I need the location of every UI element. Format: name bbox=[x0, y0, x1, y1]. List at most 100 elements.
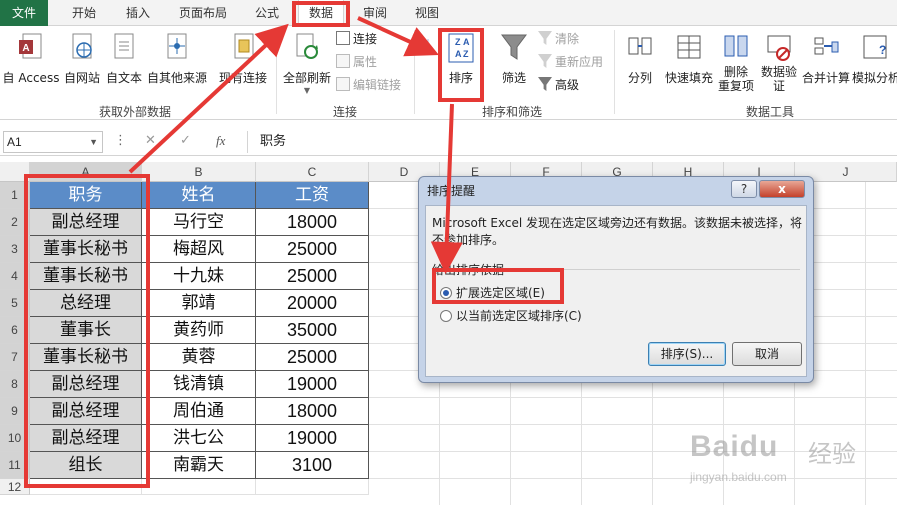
from-text-button[interactable]: 自文本 bbox=[104, 32, 144, 86]
close-button[interactable]: x bbox=[759, 180, 805, 198]
table-cell[interactable]: 黄药师 bbox=[142, 317, 256, 344]
remove-duplicates-label: 删除 重复项 bbox=[717, 65, 754, 93]
existing-connections-label: 现有连接 bbox=[218, 71, 267, 85]
other-sources-icon bbox=[167, 33, 187, 59]
table-cell[interactable]: 25000 bbox=[256, 236, 369, 263]
remove-duplicates-icon bbox=[724, 35, 748, 57]
table-cell[interactable]: 梅超风 bbox=[142, 236, 256, 263]
sort-confirm-button[interactable]: 排序(S)... bbox=[648, 342, 726, 366]
advanced-filter-icon bbox=[538, 77, 552, 91]
table-header-cell[interactable]: 工资 bbox=[256, 182, 369, 209]
from-access-button[interactable]: A 自 Access bbox=[2, 32, 60, 86]
remove-duplicates-button[interactable]: 删除 重复项 bbox=[716, 32, 756, 93]
empty-cell[interactable] bbox=[142, 479, 256, 495]
group-label-sort-filter: 排序和筛选 bbox=[481, 105, 542, 119]
text-to-columns-button[interactable]: 分列 bbox=[620, 32, 660, 86]
table-cell[interactable]: 南霸天 bbox=[142, 452, 256, 479]
chevron-down-icon[interactable]: ▼ bbox=[89, 132, 98, 152]
tab-page-layout[interactable]: 页面布局 bbox=[170, 0, 236, 26]
from-text-label: 自文本 bbox=[105, 71, 142, 85]
current-selection-option[interactable]: 以当前选定区域排序(C) bbox=[440, 307, 582, 324]
properties-button[interactable]: 属性 bbox=[336, 53, 377, 71]
clear-filter-button[interactable]: 清除 bbox=[538, 30, 579, 48]
table-header-cell[interactable]: 姓名 bbox=[142, 182, 256, 209]
tab-review[interactable]: 审阅 bbox=[352, 0, 398, 26]
table-cell[interactable]: 25000 bbox=[256, 263, 369, 290]
group-separator bbox=[276, 30, 277, 114]
enter-icon[interactable]: ✓ bbox=[180, 133, 191, 148]
connections-label: 连接 bbox=[353, 32, 378, 46]
ribbon-tab-bar: 文件 开始 插入 页面布局 公式 数据 审阅 视图 bbox=[0, 0, 897, 27]
data-validation-label: 数据验 证 bbox=[760, 65, 797, 93]
name-box[interactable]: A1 ▼ bbox=[3, 131, 103, 153]
table-cell[interactable]: 19000 bbox=[256, 425, 369, 452]
column-header-b[interactable]: B bbox=[142, 162, 256, 182]
consolidate-label: 合并计算 bbox=[801, 71, 850, 85]
existing-connections-icon bbox=[234, 33, 254, 59]
current-selection-label: 以当前选定区域排序(C) bbox=[456, 309, 582, 323]
cancel-button[interactable]: 取消 bbox=[732, 342, 802, 366]
from-web-button[interactable]: 自网站 bbox=[62, 32, 102, 86]
tab-view[interactable]: 视图 bbox=[404, 0, 450, 26]
from-other-sources-button[interactable]: 自其他来源 bbox=[146, 32, 208, 86]
table-cell[interactable]: 20000 bbox=[256, 290, 369, 317]
table-cell[interactable]: 25000 bbox=[256, 344, 369, 371]
connections-button[interactable]: 连接 bbox=[336, 30, 377, 48]
table-cell[interactable]: 19000 bbox=[256, 371, 369, 398]
table-cell[interactable]: 黄蓉 bbox=[142, 344, 256, 371]
reapply-button[interactable]: 重新应用 bbox=[538, 53, 603, 71]
sort-ascending-icon: A↓Z bbox=[419, 36, 431, 57]
sort-ascending-button[interactable]: A↓Z bbox=[418, 36, 440, 58]
refresh-icon bbox=[296, 33, 318, 59]
reapply-icon bbox=[538, 54, 552, 68]
table-cell[interactable]: 35000 bbox=[256, 317, 369, 344]
insert-function-icon[interactable]: fx bbox=[216, 133, 225, 149]
group-separator bbox=[414, 30, 415, 114]
access-icon: A bbox=[19, 33, 42, 59]
chevron-down-icon: ▼ bbox=[303, 86, 311, 95]
tab-file[interactable]: 文件 bbox=[0, 0, 48, 26]
baidu-watermark: Baidu 经验 jingyan.baidu.com bbox=[690, 430, 890, 490]
filter-icon bbox=[501, 34, 527, 60]
edit-links-button[interactable]: 编辑链接 bbox=[336, 76, 401, 94]
svg-text:?: ? bbox=[879, 43, 886, 57]
help-button[interactable]: ? bbox=[731, 180, 757, 198]
data-validation-icon bbox=[767, 35, 791, 61]
empty-cell[interactable] bbox=[256, 479, 369, 495]
highlight-column-a bbox=[24, 174, 150, 488]
tab-insert[interactable]: 插入 bbox=[114, 0, 162, 26]
filter-button[interactable]: 筛选 bbox=[494, 32, 534, 86]
table-cell[interactable]: 钱清镇 bbox=[142, 371, 256, 398]
group-label-external: 获取外部数据 bbox=[98, 105, 171, 119]
table-cell[interactable]: 18000 bbox=[256, 398, 369, 425]
existing-connections-button[interactable]: 现有连接 bbox=[214, 32, 272, 86]
table-cell[interactable]: 马行空 bbox=[142, 209, 256, 236]
table-cell[interactable]: 18000 bbox=[256, 209, 369, 236]
watermark-brand-cn: 经验 bbox=[808, 440, 856, 468]
more-options-icon[interactable]: ⋮ bbox=[114, 133, 127, 148]
table-cell[interactable]: 周伯通 bbox=[142, 398, 256, 425]
table-cell[interactable]: 3100 bbox=[256, 452, 369, 479]
from-web-label: 自网站 bbox=[63, 71, 100, 85]
table-cell[interactable]: 十九妹 bbox=[142, 263, 256, 290]
tab-home[interactable]: 开始 bbox=[60, 0, 108, 26]
consolidate-button[interactable]: 合并计算 bbox=[800, 32, 852, 86]
radio-unselected-icon[interactable] bbox=[440, 310, 452, 322]
group-separator bbox=[614, 30, 615, 114]
cancel-icon[interactable]: ✕ bbox=[145, 133, 156, 148]
group-label-data-tools: 数据工具 bbox=[745, 105, 794, 119]
formula-input[interactable]: 职务 bbox=[247, 131, 895, 153]
watermark-brand: Baidu bbox=[690, 430, 779, 463]
refresh-all-button[interactable]: 全部刷新 ▼ bbox=[280, 32, 334, 95]
flash-fill-button[interactable]: 快速填充 bbox=[664, 32, 714, 86]
properties-label: 属性 bbox=[353, 55, 378, 69]
advanced-filter-button[interactable]: 高级 bbox=[538, 76, 579, 94]
tab-formulas[interactable]: 公式 bbox=[246, 0, 288, 26]
text-to-columns-icon bbox=[628, 37, 652, 55]
data-validation-button[interactable]: 数据验 证 bbox=[758, 32, 800, 93]
what-if-analysis-button[interactable]: ? 模拟分析 bbox=[852, 32, 897, 86]
table-cell[interactable]: 洪七公 bbox=[142, 425, 256, 452]
column-header-c[interactable]: C bbox=[256, 162, 369, 182]
table-cell[interactable]: 郭靖 bbox=[142, 290, 256, 317]
web-icon bbox=[72, 33, 92, 59]
